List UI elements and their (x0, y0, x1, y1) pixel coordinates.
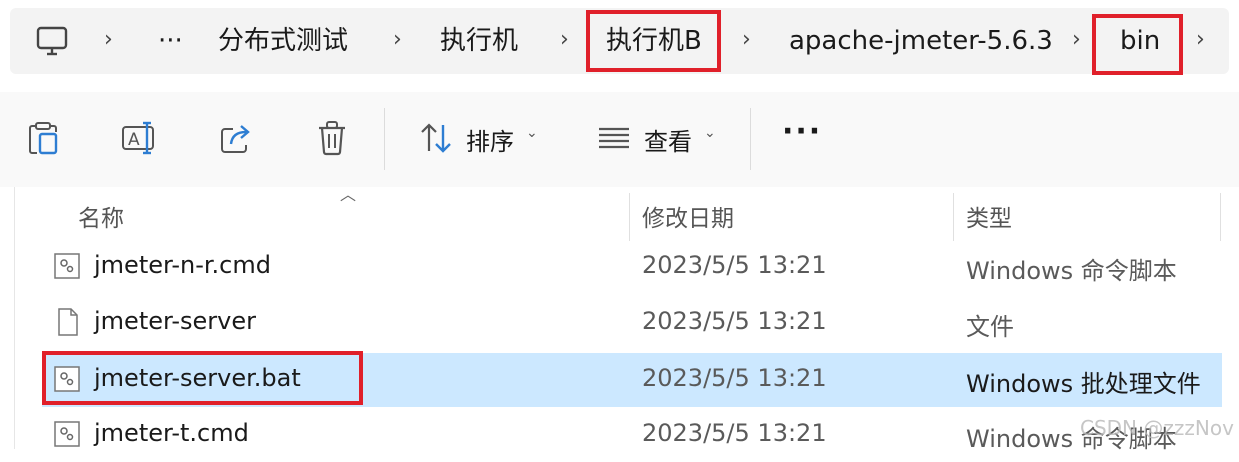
file-list: ︿ 名称 修改日期 类型 jmeter-n-r.cmd 2023/5/5 13:… (0, 185, 1239, 453)
file-row[interactable]: jmeter-t.cmd 2023/5/5 13:21 Windows 命令脚本 (42, 408, 1222, 462)
sort-icon[interactable] (408, 110, 464, 166)
cmd-file-icon (54, 253, 80, 279)
copy-icon[interactable] (16, 110, 72, 166)
this-pc-icon[interactable] (24, 13, 80, 69)
chevron-right-icon[interactable]: › (393, 8, 402, 74)
file-row[interactable]: jmeter-n-r.cmd 2023/5/5 13:21 Windows 命令… (42, 240, 1222, 294)
address-bar-region: › ··· 分布式测试 › 执行机 › 执行机B › apache-jmeter… (0, 0, 1239, 92)
column-header-row: ︿ 名称 修改日期 类型 (0, 185, 1239, 241)
share-icon[interactable] (208, 110, 264, 166)
delete-icon[interactable] (304, 110, 360, 166)
blank-file-icon (58, 308, 78, 336)
file-date: 2023/5/5 13:21 (642, 251, 827, 279)
sort-button[interactable]: 排序 (466, 122, 514, 157)
toolbar-divider (750, 108, 751, 170)
highlight-box-server-bat (42, 351, 363, 405)
file-date: 2023/5/5 13:21 (642, 419, 827, 447)
chevron-right-icon[interactable]: › (104, 8, 113, 74)
cmd-file-icon (54, 421, 80, 447)
sort-ascending-icon: ︿ (340, 185, 357, 204)
file-row[interactable]: jmeter-server 2023/5/5 13:21 文件 (42, 296, 1222, 350)
chevron-down-icon[interactable]: ⌄ (526, 125, 538, 141)
column-header-type[interactable]: 类型 (966, 199, 1012, 233)
view-icon[interactable] (586, 110, 642, 166)
view-button[interactable]: 查看 (644, 122, 692, 157)
file-date: 2023/5/5 13:21 (642, 364, 827, 392)
highlight-box-bin (1092, 14, 1183, 75)
column-divider[interactable] (1220, 193, 1221, 241)
column-divider[interactable] (953, 193, 954, 241)
more-options-button[interactable]: ··· (782, 114, 822, 149)
chevron-down-icon[interactable]: ⌄ (704, 125, 716, 141)
rename-icon[interactable]: A (112, 110, 168, 166)
column-divider[interactable] (629, 193, 630, 241)
chevron-right-icon[interactable]: › (1196, 8, 1205, 74)
breadcrumb-overflow[interactable]: ··· (158, 8, 183, 74)
column-header-date[interactable]: 修改日期 (642, 199, 734, 233)
breadcrumb-item-executor[interactable]: 执行机 (440, 8, 518, 74)
toolbar-divider (384, 108, 385, 170)
watermark: CSDN @zzzNov (1080, 416, 1234, 440)
highlight-box-executor-b (586, 10, 721, 72)
chevron-right-icon[interactable]: › (742, 8, 751, 74)
file-name: jmeter-t.cmd (94, 419, 249, 447)
file-name: jmeter-n-r.cmd (94, 251, 271, 279)
breadcrumb-item-distributed-test[interactable]: 分布式测试 (218, 8, 348, 74)
file-type: Windows 批处理文件 (966, 370, 1201, 398)
svg-text:A: A (128, 130, 140, 150)
file-date: 2023/5/5 13:21 (642, 307, 827, 335)
file-type: 文件 (966, 313, 1014, 341)
breadcrumb-item-apache-jmeter[interactable]: apache-jmeter-5.6.3 (789, 8, 1053, 74)
file-type: Windows 命令脚本 (966, 257, 1177, 285)
column-header-name[interactable]: 名称 (78, 199, 124, 233)
file-name: jmeter-server (94, 307, 256, 335)
chevron-right-icon[interactable]: › (1072, 8, 1081, 74)
chevron-right-icon[interactable]: › (560, 8, 569, 74)
command-bar: A 排序 ⌄ 查看 ⌄ ··· (0, 92, 1239, 188)
